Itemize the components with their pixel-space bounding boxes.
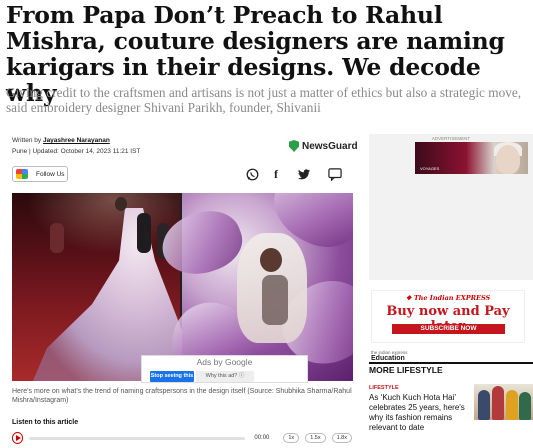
speed-1x-button[interactable]: 1x bbox=[283, 433, 300, 443]
article-subheadline: Giving credit to the craftsmen and artis… bbox=[6, 85, 522, 115]
twitter-icon[interactable] bbox=[296, 166, 312, 182]
audio-player: 00:00 1x 1.5x 1.8x bbox=[12, 432, 352, 444]
ad-brand-text: VOYAGES bbox=[420, 166, 440, 171]
ads-by-google-label: Ads by Google bbox=[196, 357, 253, 367]
more-category[interactable]: LIFESTYLE bbox=[369, 385, 399, 391]
edu-label: Education bbox=[371, 355, 405, 362]
dateline: Pune | Updated: October 14, 2023 11:21 I… bbox=[12, 148, 141, 155]
newsguard-label: NewsGuard bbox=[302, 140, 358, 152]
image-caption: Here's more on what's the trend of namin… bbox=[12, 388, 352, 404]
google-news-icon bbox=[16, 169, 28, 179]
newsguard-badge[interactable]: NewsGuard bbox=[289, 140, 358, 152]
thumb-figure-3 bbox=[506, 390, 518, 420]
play-button[interactable] bbox=[12, 432, 24, 444]
thumb-figure-2 bbox=[492, 386, 504, 420]
byline-prefix: Written by bbox=[12, 137, 43, 144]
speed-1-5x-button[interactable]: 1.5x bbox=[305, 433, 326, 443]
voyage-ad-banner[interactable]: VOYAGES bbox=[415, 142, 528, 174]
article-image bbox=[12, 193, 353, 381]
embroidery-photo bbox=[154, 193, 353, 381]
more-story-link[interactable]: As ‘Kuch Kuch Hota Hai’ celebrates 25 ye… bbox=[369, 393, 477, 433]
author-link[interactable]: Jayashree Narayanan bbox=[43, 137, 110, 144]
facebook-icon[interactable]: f bbox=[268, 166, 284, 182]
play-icon bbox=[15, 435, 21, 441]
more-lifestyle-heading: MORE LIFESTYLE bbox=[369, 362, 533, 375]
runway-photo bbox=[12, 193, 182, 381]
stop-seeing-ad-button[interactable]: Stop seeing this ad bbox=[150, 371, 194, 390]
comment-icon[interactable] bbox=[327, 166, 343, 182]
subscribe-now-button[interactable]: SUBSCRIBE NOW bbox=[392, 324, 505, 334]
thumb-figure-1 bbox=[478, 390, 490, 420]
whatsapp-icon[interactable] bbox=[244, 166, 260, 182]
follow-label: Follow Us bbox=[36, 170, 65, 178]
education-logo[interactable]: the indian express Education bbox=[371, 350, 441, 362]
thumb-figure-4 bbox=[519, 392, 531, 420]
indian-express-subscribe-ad[interactable]: ❖ The Indian EXPRESS Buy now and Pay lat… bbox=[371, 290, 525, 343]
ie-brand: ❖ The Indian EXPRESS bbox=[405, 294, 491, 302]
why-this-ad-button[interactable]: Why this ad? ⓘ bbox=[196, 371, 254, 382]
more-story-thumbnail[interactable] bbox=[474, 384, 533, 420]
follow-us-button[interactable]: Follow Us bbox=[12, 166, 68, 182]
audio-time: 00:00 bbox=[254, 435, 270, 441]
listen-label: Listen to this article bbox=[12, 419, 79, 426]
audio-progress-track[interactable] bbox=[29, 436, 246, 440]
google-ad-overlay: Ads by Google Stop seeing this ad Why th… bbox=[141, 355, 308, 390]
shield-check-icon bbox=[289, 140, 299, 152]
speed-1-8x-button[interactable]: 1.8x bbox=[331, 433, 352, 443]
ad-face bbox=[496, 145, 520, 174]
byline: Written by Jayashree Narayanan bbox=[12, 137, 110, 144]
advertisement-label: ADVERTISEMENT bbox=[431, 136, 471, 141]
